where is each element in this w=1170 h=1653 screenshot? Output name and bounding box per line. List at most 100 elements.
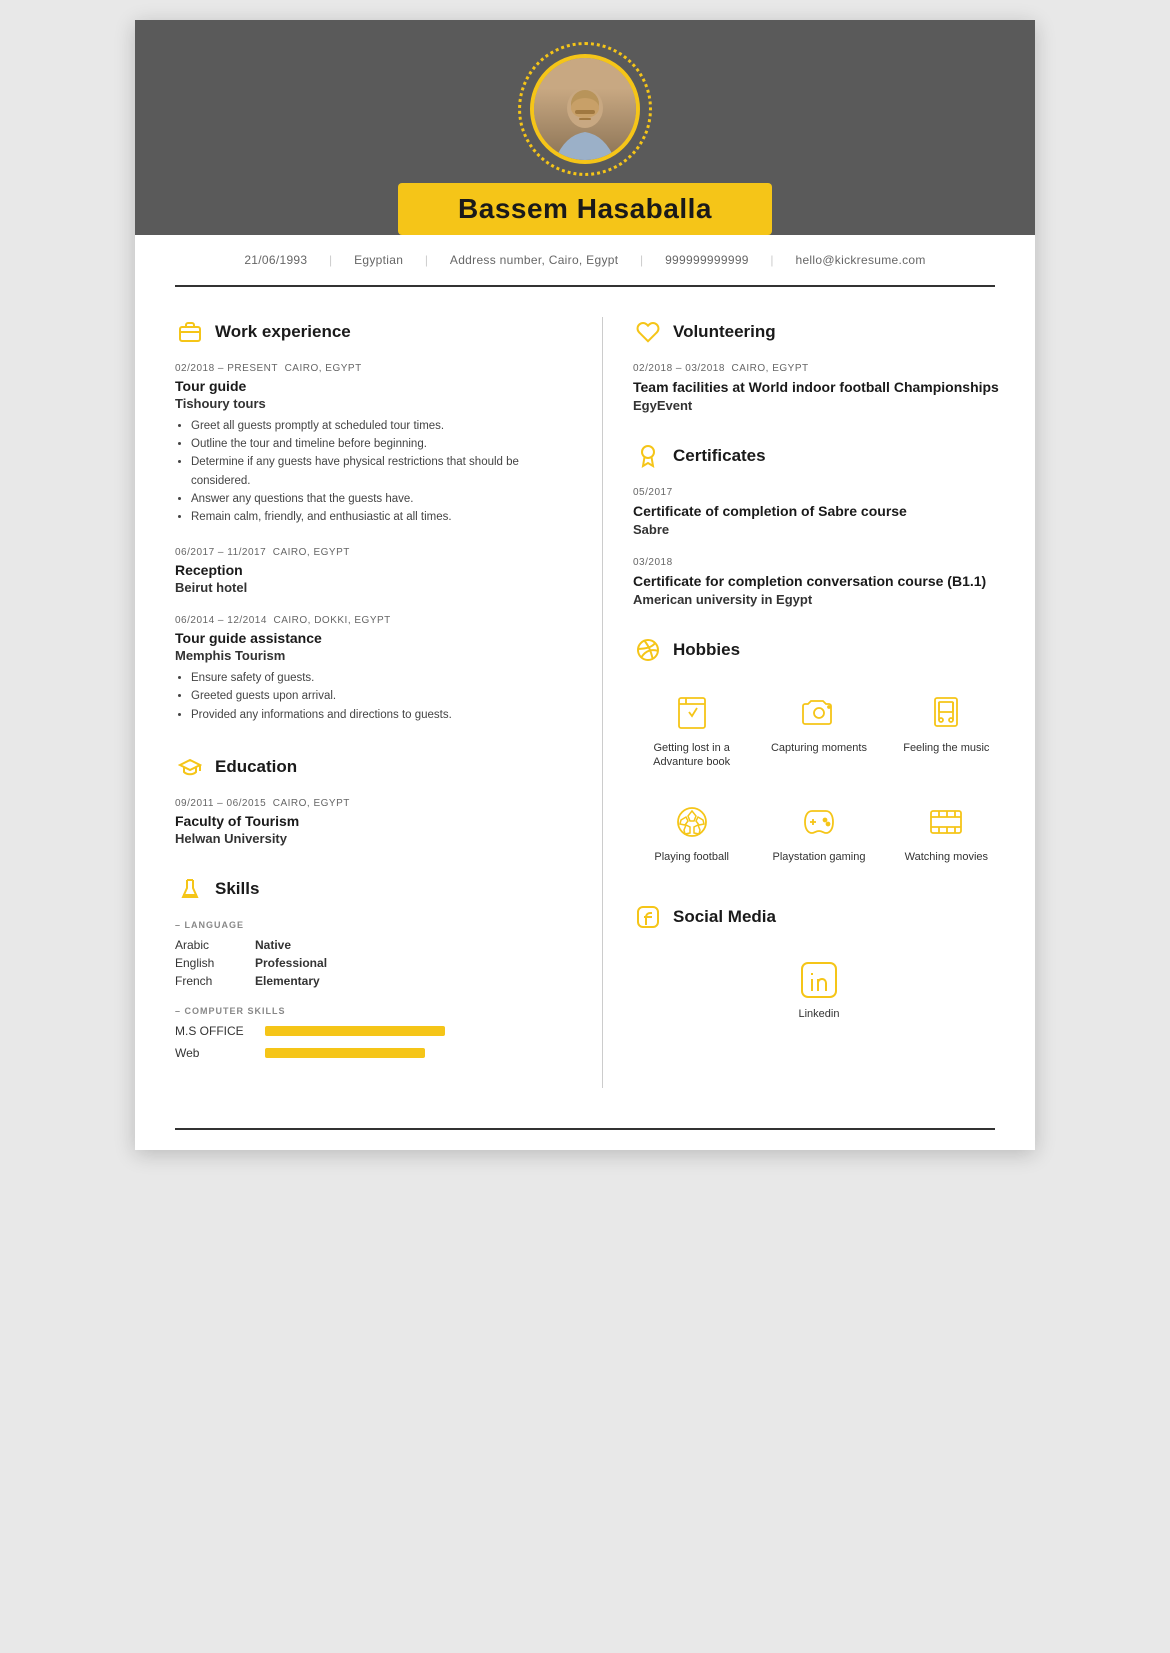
hobby-gaming: Playstation gaming [760, 790, 877, 874]
linkedin-icon [797, 958, 841, 1002]
bullet: Ensure safety of guests. [191, 669, 572, 687]
job-3-bullets: Ensure safety of guests. Greeted guests … [175, 669, 572, 724]
computer-skills: – COMPUTER SKILLS M.S OFFICE Web [175, 1006, 572, 1060]
social-media-header: Social Media [633, 902, 1005, 932]
comp-bar [265, 1048, 425, 1058]
heart-icon [633, 317, 663, 347]
social-media-title: Social Media [673, 907, 776, 927]
comp-bar [265, 1026, 445, 1036]
hobbies-title: Hobbies [673, 640, 740, 660]
job-1-title: Tour guide [175, 378, 572, 394]
hobbies-section: Hobbies Getting lost in [633, 635, 1005, 874]
comp-row-msoffice: M.S OFFICE [175, 1024, 572, 1038]
skills-title: Skills [215, 879, 259, 899]
work-experience-header: Work experience [175, 317, 572, 347]
hobby-football: Playing football [633, 790, 750, 874]
hobbies-icon [633, 635, 663, 665]
language-skills: – LANGUAGE Arabic Native English Profess… [175, 920, 572, 988]
footer-divider [175, 1128, 995, 1130]
job-3-company: Memphis Tourism [175, 648, 572, 663]
name-banner: Bassem Hasaballa [398, 183, 772, 235]
bullet: Outline the tour and timeline before beg… [191, 435, 572, 453]
lang-level: Professional [255, 956, 327, 970]
hobbies-header: Hobbies [633, 635, 1005, 665]
gamepad-icon [797, 800, 841, 844]
volunteering-title: Volunteering [673, 322, 776, 342]
avatar [530, 54, 640, 164]
certificate-icon [633, 441, 663, 471]
graduation-icon [175, 752, 205, 782]
work-experience-title: Work experience [215, 322, 351, 342]
hobby-movies-label: Watching movies [905, 850, 988, 864]
book-icon [670, 691, 714, 735]
lang-level: Elementary [255, 974, 320, 988]
edu-degree: Faculty of Tourism [175, 813, 572, 829]
bullet: Provided any informations and directions… [191, 706, 572, 724]
volunteering-section: Volunteering 02/2018 – 03/2018 CAIRO, EG… [633, 317, 1005, 413]
movie-icon [924, 800, 968, 844]
bullet: Determine if any guests have physical re… [191, 453, 572, 490]
resume-container: Bassem Hasaballa 21/06/1993 | Egyptian |… [135, 20, 1035, 1150]
job-3-title: Tour guide assistance [175, 630, 572, 646]
skills-header: Skills [175, 874, 572, 904]
social-grid: Linkedin [633, 948, 1005, 1030]
cert-1: 05/2017 Certificate of completion of Sab… [633, 487, 1005, 537]
social-media-section: Social Media Linkedin [633, 902, 1005, 1030]
lang-name: English [175, 956, 255, 970]
resume-header: Bassem Hasaballa [135, 20, 1035, 235]
dob: 21/06/1993 [244, 253, 307, 267]
hobby-music-label: Feeling the music [903, 741, 989, 755]
lang-name: Arabic [175, 938, 255, 952]
email: hello@kickresume.com [795, 253, 925, 267]
bullet: Answer any questions that the guests hav… [191, 490, 572, 508]
phone: 999999999999 [665, 253, 749, 267]
cert-2-date: 03/2018 [633, 557, 1005, 568]
music-icon [924, 691, 968, 735]
language-label: – LANGUAGE [175, 920, 572, 930]
camera-icon [797, 691, 841, 735]
work-experience-section: Work experience 02/2018 – PRESENT CAIRO,… [175, 317, 572, 725]
job-2: 06/2017 – 11/2017 CAIRO, EGYPT Reception… [175, 547, 572, 595]
hobbies-grid: Getting lost in a Advanture book Capturi… [633, 681, 1005, 874]
left-column: Work experience 02/2018 – PRESENT CAIRO,… [135, 317, 603, 1089]
vol-meta: 02/2018 – 03/2018 CAIRO, EGYPT [633, 363, 1005, 374]
hobby-movies: Watching movies [888, 790, 1005, 874]
cert-2-org: American university in Egypt [633, 592, 1005, 607]
vol-title: Team facilities at World indoor football… [633, 378, 1005, 396]
hobby-gaming-label: Playstation gaming [773, 850, 866, 864]
education-section: Education 09/2011 – 06/2015 CAIRO, EGYPT… [175, 752, 572, 846]
football-icon [670, 800, 714, 844]
job-3: 06/2014 – 12/2014 CAIRO, DOKKI, EGYPT To… [175, 615, 572, 724]
flask-icon [175, 874, 205, 904]
certificates-header: Certificates [633, 441, 1005, 471]
cert-2-title: Certificate for completion conversation … [633, 572, 1005, 590]
lang-row-english: English Professional [175, 956, 572, 970]
hobby-camera: Capturing moments [760, 681, 877, 780]
cert-1-org: Sabre [633, 522, 1005, 537]
job-2-company: Beirut hotel [175, 580, 572, 595]
hobby-book: Getting lost in a Advanture book [633, 681, 750, 780]
candidate-name: Bassem Hasaballa [458, 193, 712, 225]
cert-1-title: Certificate of completion of Sabre cours… [633, 502, 1005, 520]
hobby-music: Feeling the music [888, 681, 1005, 780]
lang-row-french: French Elementary [175, 974, 572, 988]
social-icon [633, 902, 663, 932]
job-1-meta: 02/2018 – PRESENT CAIRO, EGYPT [175, 363, 572, 374]
job-2-meta: 06/2017 – 11/2017 CAIRO, EGYPT [175, 547, 572, 558]
skills-section: Skills – LANGUAGE Arabic Native English … [175, 874, 572, 1060]
contact-bar: 21/06/1993 | Egyptian | Address number, … [135, 235, 1035, 285]
job-3-meta: 06/2014 – 12/2014 CAIRO, DOKKI, EGYPT [175, 615, 572, 626]
edu-school: Helwan University [175, 831, 572, 846]
comp-name: M.S OFFICE [175, 1024, 255, 1038]
bullet: Greeted guests upon arrival. [191, 687, 572, 705]
education-title: Education [215, 757, 297, 777]
hobby-football-label: Playing football [654, 850, 729, 864]
address: Address number, Cairo, Egypt [450, 253, 618, 267]
hobby-book-label: Getting lost in a Advanture book [638, 741, 745, 770]
body: Work experience 02/2018 – PRESENT CAIRO,… [135, 287, 1035, 1119]
job-1-bullets: Greet all guests promptly at scheduled t… [175, 417, 572, 527]
certificates-section: Certificates 05/2017 Certificate of comp… [633, 441, 1005, 607]
comp-row-web: Web [175, 1046, 572, 1060]
comp-name: Web [175, 1046, 255, 1060]
job-1: 02/2018 – PRESENT CAIRO, EGYPT Tour guid… [175, 363, 572, 527]
